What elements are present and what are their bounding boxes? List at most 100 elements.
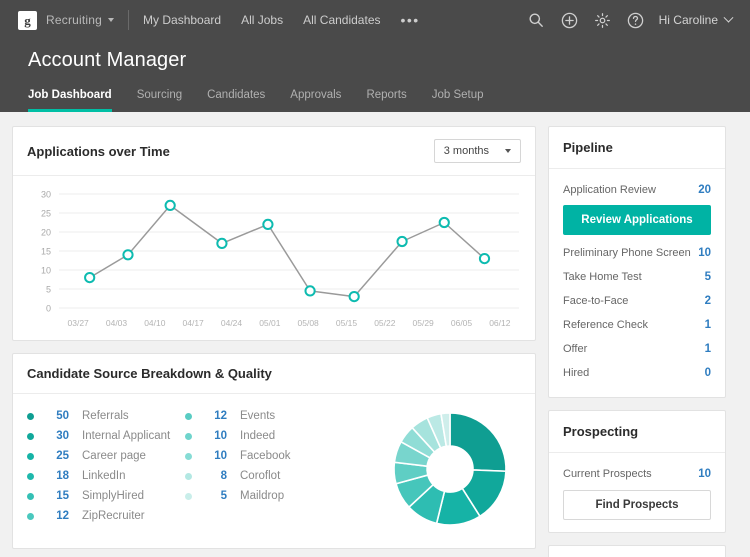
logo-letter: g [24, 12, 31, 28]
legend-value: 15 [56, 490, 69, 502]
applications-chart-body: 0 5 10 15 20 25 30 03/27 04/03 04/10 04/17 04/24 05/… [13, 176, 535, 340]
tab-job-setup[interactable]: Job Setup [432, 89, 484, 112]
tab-candidates[interactable]: Candidates [207, 89, 265, 112]
source-donut-chart [375, 410, 525, 528]
stage-count: 20 [698, 184, 711, 196]
legend-label: Career page [82, 450, 146, 462]
user-menu[interactable]: Hi Caroline [659, 12, 734, 27]
card-header: Applications over Time 3 months [13, 127, 535, 176]
source-legend-item[interactable]: 10 Indeed [185, 430, 291, 442]
applications-card-title: Applications over Time [27, 143, 170, 159]
chevron-down-icon [723, 12, 734, 23]
pipeline-stage-hired[interactable]: Hired 0 [563, 361, 711, 385]
pipeline-stage-take-home-test[interactable]: Take Home Test 5 [563, 265, 711, 289]
tab-sourcing[interactable]: Sourcing [137, 89, 182, 112]
card-header: Prospecting [549, 411, 725, 453]
legend-value: 8 [220, 470, 227, 482]
svg-text:04/24: 04/24 [221, 318, 243, 328]
svg-text:05/29: 05/29 [413, 318, 435, 328]
stage-label: Offer [563, 343, 588, 355]
legend-label: SimplyHired [82, 490, 144, 502]
stage-count: 10 [698, 247, 711, 259]
legend-label: Internal Applicant [82, 430, 171, 442]
search-icon[interactable] [527, 11, 546, 30]
date-range-value: 3 months [443, 145, 489, 157]
svg-text:20: 20 [41, 228, 51, 238]
gear-icon[interactable] [593, 11, 612, 30]
pipeline-stage-face-to-face[interactable]: Face-to-Face 2 [563, 289, 711, 313]
review-applications-button[interactable]: Review Applications [563, 205, 711, 235]
svg-text:10: 10 [41, 266, 51, 276]
applications-line-chart: 0 5 10 15 20 25 30 03/27 04/03 04/10 04/17 04/24 05/… [23, 186, 525, 336]
candidate-source-card: Candidate Source Breakdown & Quality 50 R… [12, 353, 536, 549]
legend-label: LinkedIn [82, 470, 126, 482]
nav-link-all-candidates[interactable]: All Candidates [303, 13, 380, 27]
pipeline-stage-preliminary-phone-screen[interactable]: Preliminary Phone Screen 10 [563, 241, 711, 265]
legend-value: 5 [220, 490, 227, 502]
stage-count: 5 [704, 271, 711, 283]
legend-color-dot [27, 512, 34, 520]
plus-circle-icon[interactable] [560, 11, 579, 30]
source-legend-item[interactable]: 30 Internal Applicant [27, 430, 185, 442]
svg-text:30: 30 [41, 190, 51, 200]
source-legend-item[interactable]: 10 Facebook [185, 450, 291, 462]
pipeline-stage-application-review[interactable]: Application Review 20 [563, 178, 711, 202]
stage-label: Face-to-Face [563, 295, 629, 307]
source-legend-item[interactable]: 50 Referrals [27, 410, 185, 422]
source-legend-item[interactable]: 12 ZipRecruiter [27, 510, 185, 522]
sidebar-column: Pipeline Application Review 20 Review Ap… [548, 126, 726, 557]
svg-text:0: 0 [46, 304, 51, 314]
date-range-select[interactable]: 3 months [433, 139, 521, 163]
pipeline-stage-reference-check[interactable]: Reference Check 1 [563, 313, 711, 337]
applications-over-time-card: Applications over Time 3 months 0 5 10 15 20… [12, 126, 536, 341]
dashboard-body: Applications over Time 3 months 0 5 10 15 20… [0, 112, 750, 557]
main-column: Applications over Time 3 months 0 5 10 15 20… [12, 126, 536, 557]
source-legend-item[interactable]: 25 Career page [27, 450, 185, 462]
find-prospects-button[interactable]: Find Prospects [563, 490, 711, 520]
source-legend-item[interactable]: 8 Coroflot [185, 470, 291, 482]
stage-count: 0 [704, 367, 711, 379]
nav-overflow-menu-icon[interactable]: ••• [401, 13, 420, 27]
svg-text:06/05: 06/05 [451, 318, 473, 328]
current-prospects-row[interactable]: Current Prospects 10 [563, 462, 711, 486]
page-tabs: Job Dashboard Sourcing Candidates Approv… [28, 89, 722, 112]
source-legend-item[interactable]: 18 LinkedIn [27, 470, 185, 482]
pipeline-title: Pipeline [563, 140, 613, 155]
legend-color-dot [185, 472, 192, 480]
source-legend-item[interactable]: 15 SimplyHired [27, 490, 185, 502]
page-title: Account Manager [28, 49, 187, 71]
svg-text:05/01: 05/01 [259, 318, 281, 328]
donut-segment[interactable] [449, 412, 507, 473]
tab-approvals[interactable]: Approvals [290, 89, 341, 112]
top-navigation-bar: g Recruiting My Dashboard All Jobs All C… [0, 0, 750, 40]
source-legend-column-left: 50 Referrals 30 Internal Applicant 25 Career … [27, 410, 185, 528]
card-header: Greenhouse Predicts [549, 546, 725, 557]
tab-reports[interactable]: Reports [366, 89, 406, 112]
nav-link-my-dashboard[interactable]: My Dashboard [143, 13, 221, 27]
legend-label: Coroflot [240, 470, 281, 482]
current-prospects-count: 10 [698, 468, 711, 480]
card-header: Pipeline [549, 127, 725, 169]
source-legend-item[interactable]: 12 Events [185, 410, 291, 422]
stage-count: 2 [704, 295, 711, 307]
legend-color-dot [185, 432, 192, 440]
source-legend-item[interactable]: 5 Maildrop [185, 490, 291, 502]
svg-text:06/12: 06/12 [489, 318, 511, 328]
legend-color-dot [27, 412, 34, 420]
stage-label: Take Home Test [563, 271, 642, 283]
greenhouse-logo-icon[interactable]: g [18, 10, 37, 30]
chevron-down-icon[interactable] [108, 18, 115, 22]
stage-label: Preliminary Phone Screen [563, 247, 691, 259]
nav-link-all-jobs[interactable]: All Jobs [241, 13, 283, 27]
legend-color-dot [185, 492, 192, 500]
current-prospects-label: Current Prospects [563, 468, 652, 480]
legend-label: Events [240, 410, 276, 422]
legend-value: 12 [214, 410, 227, 422]
svg-text:15: 15 [41, 247, 51, 257]
tab-job-dashboard[interactable]: Job Dashboard [28, 89, 112, 112]
pipeline-stage-offer[interactable]: Offer 1 [563, 337, 711, 361]
help-circle-icon[interactable] [626, 11, 645, 30]
greenhouse-predicts-card: Greenhouse Predicts [548, 545, 726, 557]
legend-color-dot [27, 452, 34, 460]
nav-divider [128, 10, 130, 30]
